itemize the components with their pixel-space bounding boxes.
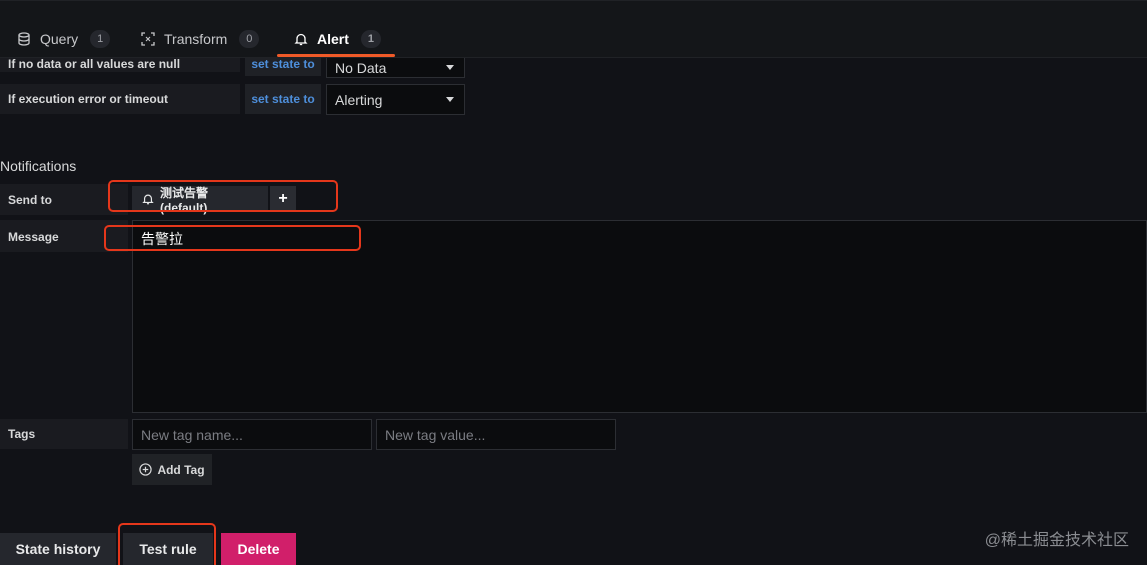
message-label: Message — [0, 220, 128, 252]
tab-alert[interactable]: Alert 1 — [293, 24, 381, 54]
exec-error-set-state-label: set state to — [245, 84, 321, 114]
add-notification-button[interactable]: + — [270, 186, 296, 212]
delete-button[interactable]: Delete — [221, 533, 296, 565]
no-data-set-state-label: set state to — [245, 58, 321, 76]
database-icon — [16, 31, 32, 47]
tag-name-input[interactable] — [132, 419, 372, 450]
watermark: @稀土掘金技术社区 — [984, 532, 1129, 549]
add-tag-button[interactable]: Add Tag — [132, 454, 212, 485]
notifications-heading: Notifications — [0, 158, 77, 174]
notification-channel-name: 测试告警 (default) — [160, 185, 209, 215]
exec-error-state-value: Alerting — [335, 91, 383, 108]
send-to-label-text: Send to — [8, 192, 52, 207]
bell-icon — [293, 31, 309, 47]
tab-transform[interactable]: Transform 0 — [140, 24, 260, 54]
exec-error-state-select[interactable]: Alerting — [326, 84, 465, 115]
bell-icon — [142, 193, 154, 205]
no-data-state-value: No Data — [335, 59, 387, 76]
test-rule-button[interactable]: Test rule — [123, 533, 213, 565]
exec-error-label: If execution error or timeout — [0, 84, 240, 114]
no-data-label-text: If no data or all values are null — [8, 58, 181, 71]
tab-alert-count: 1 — [360, 30, 381, 48]
exec-error-label-text: If execution error or timeout — [8, 92, 169, 106]
message-text: 告警拉 — [141, 231, 183, 247]
notification-channel-chip[interactable]: 测试告警 (default) — [132, 185, 268, 215]
chevron-down-icon — [446, 97, 454, 102]
tags-label: Tags — [0, 419, 128, 449]
chevron-down-icon — [446, 65, 454, 70]
tab-query[interactable]: Query 1 — [16, 24, 111, 54]
plus-circle-icon — [139, 463, 153, 476]
no-data-label: If no data or all values are null — [0, 58, 240, 72]
tags-label-text: Tags — [8, 427, 36, 441]
message-label-text: Message — [8, 230, 59, 244]
tab-query-label: Query — [40, 31, 79, 47]
message-textarea[interactable]: 告警拉 — [132, 220, 1147, 413]
tab-query-count: 1 — [90, 30, 111, 48]
active-tab-indicator — [277, 54, 395, 57]
add-tag-label: Add Tag — [157, 462, 205, 477]
tag-value-input[interactable] — [376, 419, 616, 450]
transform-icon — [140, 31, 156, 47]
tab-transform-count: 0 — [239, 30, 260, 48]
tab-alert-label: Alert — [317, 31, 349, 47]
state-history-button[interactable]: State history — [0, 533, 116, 565]
tab-transform-label: Transform — [164, 31, 228, 47]
no-data-state-select[interactable]: No Data — [326, 58, 465, 78]
send-to-label: Send to — [0, 184, 128, 215]
